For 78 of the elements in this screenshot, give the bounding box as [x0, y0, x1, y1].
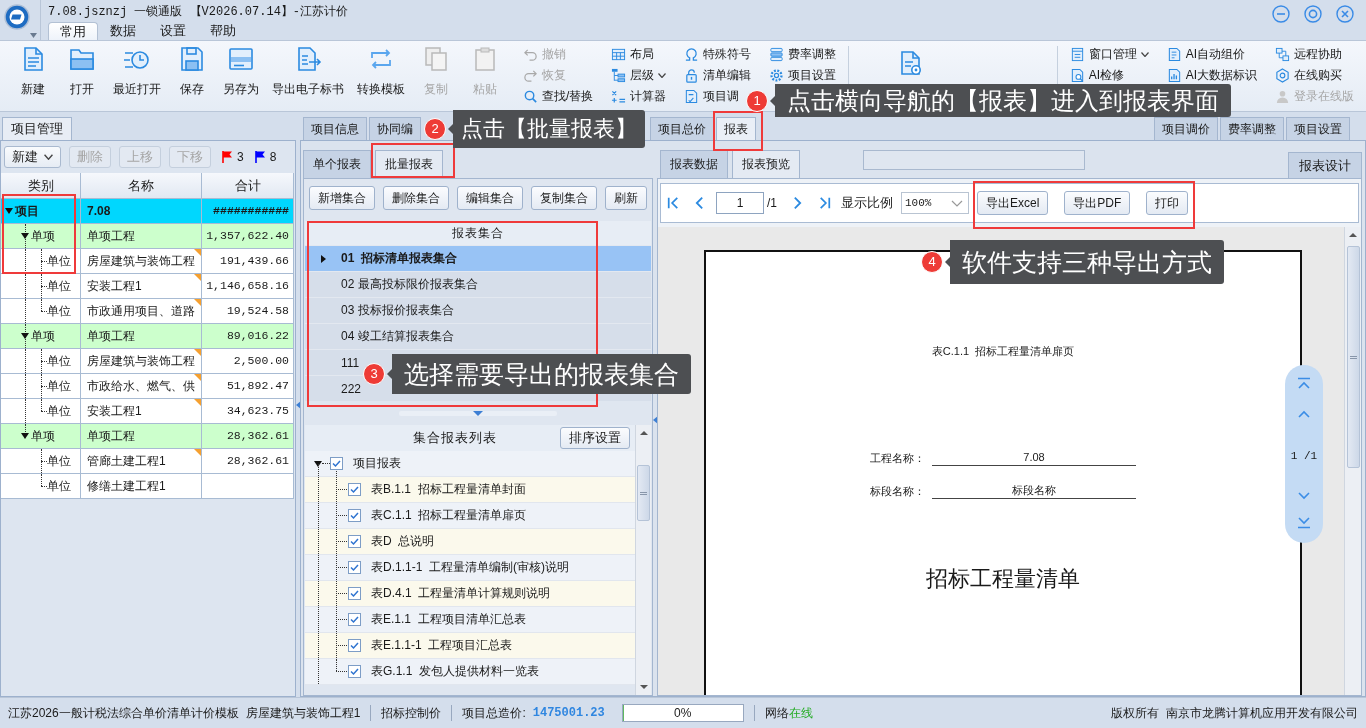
page-caption: 表C.1.1 招标工程量清单扉页 — [931, 344, 1075, 358]
report-name: 表D.1.1-1 工程量清单编制(审核)说明 — [371, 559, 569, 576]
report-name: 表D 总说明 — [371, 533, 435, 550]
report-name: 表E.1.1-1 工程项目汇总表 — [371, 637, 513, 654]
cell-text: 房屋建筑与装饰工程 — [87, 254, 195, 268]
tree-label: 单位 — [47, 278, 71, 295]
step-badge: 2 — [424, 118, 446, 140]
table-cell: 修缮土建工程1 — [81, 474, 202, 499]
callout-text: 点击横向导航的【报表】进入到报表界面 — [786, 86, 1220, 116]
collection-label: 02 最高投标限价报表集合 — [341, 276, 478, 293]
tree-label: 单位 — [47, 403, 71, 420]
page-title: 招标工程量清单 — [926, 565, 1080, 593]
cell-text: 安装工程1 — [87, 279, 142, 293]
cell-text: 房屋建筑与装饰工程 — [87, 354, 195, 368]
collection-label: 03 投标报价报表集合 — [341, 302, 454, 319]
tree-label: 单项 — [31, 328, 55, 345]
table-cell: ########### — [202, 199, 294, 224]
field-label: 工程名称： — [870, 451, 922, 466]
window-title: 7.08.jsznzj 一锁通版 【V2026.07.14】-江苏计价 — [48, 4, 349, 21]
report-name: 表C.1.1 招标工程量清单扉页 — [371, 507, 527, 524]
table-cell: 51,892.47 — [202, 374, 294, 399]
progress-reading: 0% — [674, 706, 692, 720]
collection-label: 01 招标清单报表集合 — [341, 250, 457, 267]
total-value: 1475001.23 — [532, 706, 605, 720]
network-status: 在线 — [788, 704, 813, 722]
page-indicator: 1 /1 — [1290, 449, 1318, 463]
callout-text: 点击【批量报表】 — [460, 115, 638, 143]
field-value: 7.08 — [932, 449, 1136, 466]
status-label: 项目总造价: — [462, 704, 526, 722]
company-name: 南京市龙腾计算机应用开发有限公司 — [1166, 704, 1358, 722]
field-label: 标段名称： — [870, 484, 922, 499]
tree-label: 项目 — [15, 203, 39, 220]
table-cell: 单项工程 — [81, 224, 202, 249]
tree-label: 单项 — [31, 428, 55, 445]
tree-label: 单位 — [47, 353, 71, 370]
table-cell: 191,439.66 — [202, 249, 294, 274]
cell-text: 市政给水、燃气、供 — [87, 379, 195, 393]
copyright-text: 版权所有 — [1111, 704, 1159, 722]
table-cell: 19,524.58 — [202, 299, 294, 324]
table-cell: 89,016.22 — [202, 324, 294, 349]
table-cell: 1,357,622.40 — [202, 224, 294, 249]
table-cell: 单项工程 — [81, 424, 202, 449]
network-label: 网络 — [764, 704, 789, 722]
collection-label: 111 — [341, 355, 360, 370]
cell-text: 安装工程1 — [87, 404, 142, 418]
flag-count: 3 — [237, 150, 244, 164]
tree-label: 单位 — [47, 303, 71, 320]
flag-count: 8 — [269, 150, 277, 164]
table-cell: 单项工程 — [81, 324, 202, 349]
report-name: 表G.1.1 发包人提供材料一览表 — [371, 663, 540, 680]
table-cell: 7.08 — [81, 199, 202, 224]
status-text: 招标控制价 — [381, 704, 442, 722]
report-name: 表E.1.1 工程项目清单汇总表 — [371, 611, 526, 628]
table-cell: 34,623.75 — [202, 399, 294, 424]
table-cell: 1,146,658.16 — [202, 274, 294, 299]
callout-text: 软件支持三种导出方式 — [961, 247, 1213, 278]
cell-text: 管廊土建工程1 — [87, 454, 166, 468]
field-value: 标段名称 — [932, 482, 1136, 499]
tree-label: 单位 — [47, 253, 71, 270]
collection-label: 222 — [341, 381, 362, 396]
zoom-label: 显示比例 — [841, 194, 893, 212]
tree-label: 单位 — [47, 378, 71, 395]
report-name: 表B.1.1 招标工程量清单封面 — [371, 481, 526, 498]
status-text: 江苏2026一般计税法综合单价清单计价模板 — [8, 704, 239, 722]
report-name: 项目报表 — [353, 455, 401, 472]
tree-label: 单位 — [47, 478, 71, 495]
status-text: 房屋建筑与装饰工程1 — [245, 704, 361, 722]
report-name: 表D.4.1 工程量清单计算规则说明 — [371, 585, 551, 602]
tree-label: 单位 — [47, 453, 71, 470]
tree-label: 单项 — [31, 228, 55, 245]
list-title: 集合报表列表 — [411, 429, 498, 447]
page-total: /1 — [767, 196, 777, 210]
collection-label: 04 竣工结算报表集合 — [341, 328, 454, 345]
cell-text: 市政通用项目、道路 — [87, 304, 195, 318]
column-header: 报表集合 — [305, 221, 651, 245]
table-cell: 28,362.61 — [202, 424, 294, 449]
table-cell: 28,362.61 — [202, 449, 294, 474]
table-cell: 2,500.00 — [202, 349, 294, 374]
